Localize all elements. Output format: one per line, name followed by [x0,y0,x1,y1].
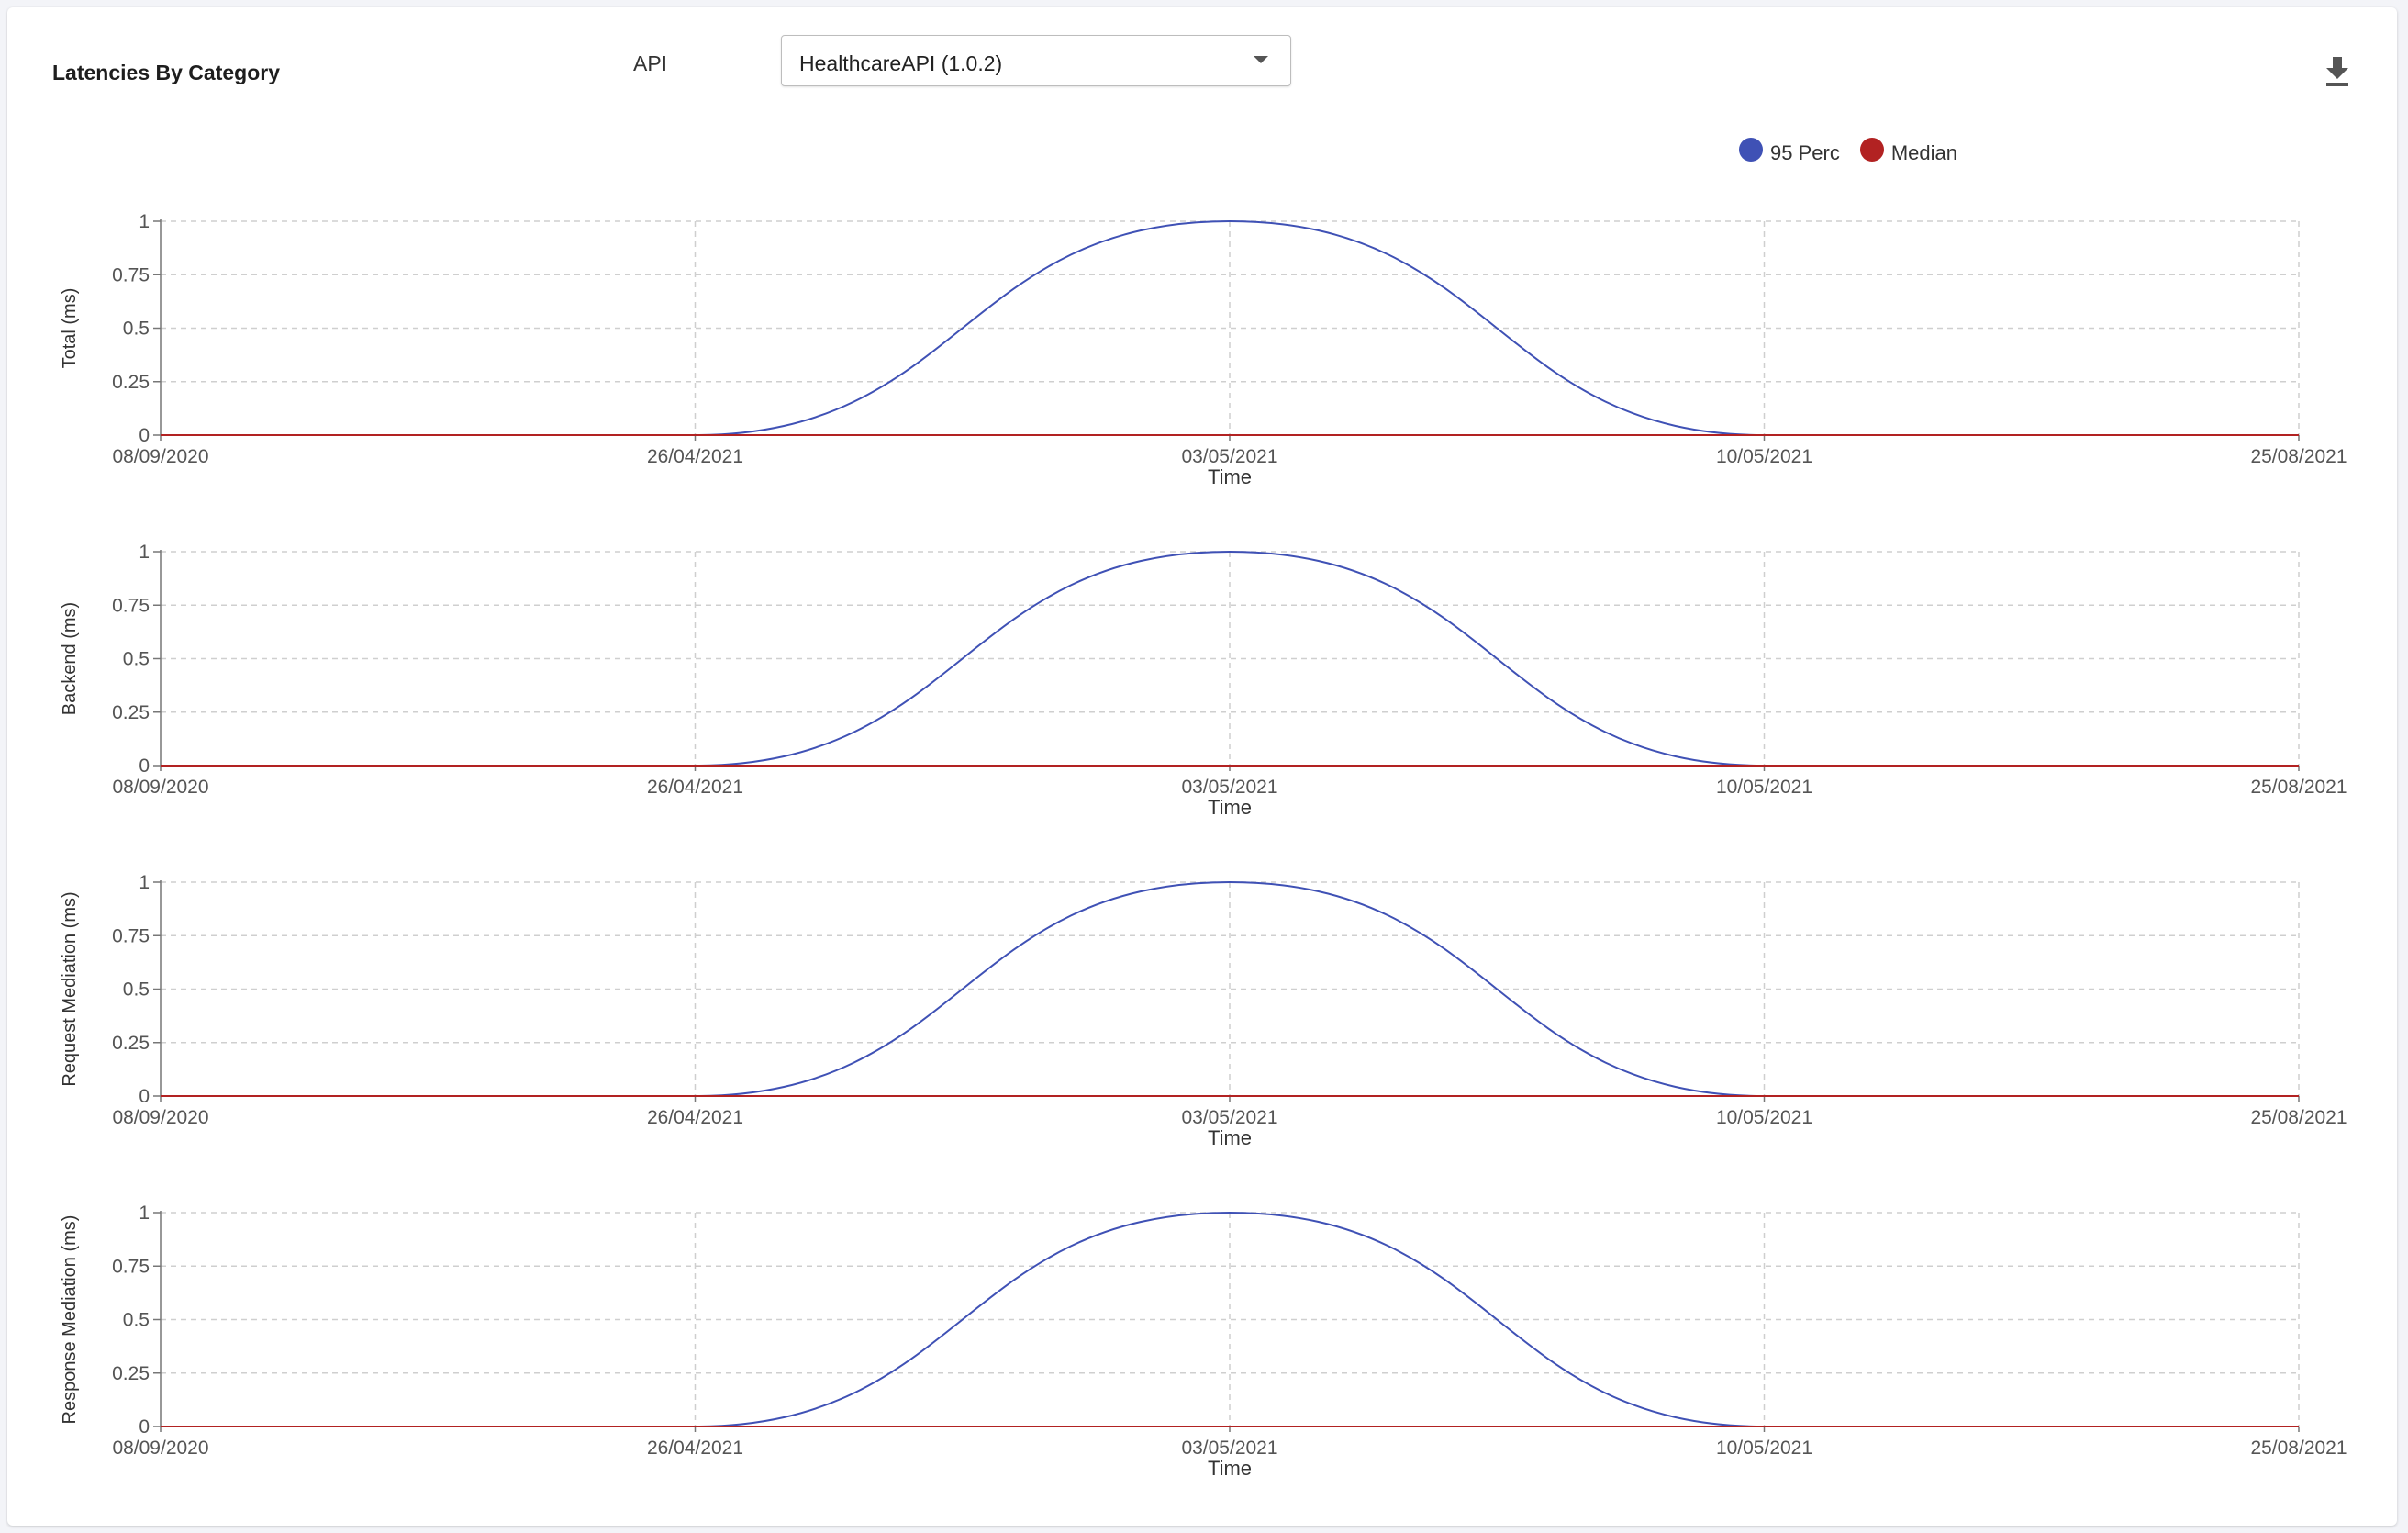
y-axis-label: Backend (ms) [60,602,80,715]
chart-panel-3: 0 0.25 0.5 0.75 1 08/09/2020 26/04/2021 03/05/2… [60,872,2347,1149]
x-axis-label: Time [1208,796,1252,819]
y-tick-label: 0.25 [112,1033,150,1054]
y-tick-label: 0 [139,1416,150,1438]
y-axis-label: Request Mediation (ms) [60,891,80,1086]
x-tick-label: 25/08/2021 [2250,446,2347,467]
y-tick-label: 0.25 [112,372,150,393]
x-tick-label: 03/05/2021 [1181,446,1277,467]
x-tick-label: 08/09/2020 [112,1438,208,1459]
y-tick-label: 1 [139,211,150,232]
y-axis-label: Total (ms) [60,288,80,369]
x-tick-label: 25/08/2021 [2250,777,2347,798]
x-tick-label: 08/09/2020 [112,446,208,467]
y-tick-label: 1 [139,542,150,563]
x-tick-label: 26/04/2021 [647,777,743,798]
y-tick-label: 0 [139,1086,150,1107]
y-axis-label: Response Mediation (ms) [60,1215,80,1425]
x-tick-label: 08/09/2020 [112,777,208,798]
y-tick-label: 0.75 [112,595,150,616]
x-tick-label: 03/05/2021 [1181,777,1277,798]
y-tick-label: 0 [139,425,150,446]
x-axis-label: Time [1208,1457,1252,1480]
x-axis-label: Time [1208,1126,1252,1149]
y-tick-label: 0.5 [123,979,150,1001]
x-tick-label: 03/05/2021 [1181,1107,1277,1128]
y-tick-label: 0.25 [112,702,150,723]
y-tick-label: 1 [139,872,150,893]
x-tick-label: 10/05/2021 [1716,1107,1812,1128]
y-tick-label: 0.25 [112,1363,150,1384]
y-tick-label: 0.5 [123,1310,150,1331]
y-tick-label: 0.75 [112,264,150,285]
y-tick-label: 0.5 [123,649,150,670]
x-tick-label: 26/04/2021 [647,446,743,467]
y-tick-label: 0.75 [112,925,150,946]
x-axis-label: Time [1208,465,1252,488]
x-tick-label: 10/05/2021 [1716,777,1812,798]
x-tick-label: 10/05/2021 [1716,446,1812,467]
y-tick-label: 0.75 [112,1256,150,1277]
x-tick-label: 26/04/2021 [647,1438,743,1459]
latency-charts: 0 0.25 0.5 0.75 1 08/09/2020 26/04/2021 03/05/2… [60,211,2347,1480]
chart-panel-2: 0 0.25 0.5 0.75 1 08/09/2020 26/04/2021 03/05/2… [60,542,2347,819]
chart-panel-1: 0 0.25 0.5 0.75 1 08/09/2020 26/04/2021 03/05/2… [60,211,2347,488]
chart-panel-4: 0 0.25 0.5 0.75 1 08/09/2020 26/04/2021 03/05/2… [60,1203,2347,1480]
y-tick-label: 0 [139,755,150,777]
x-tick-label: 26/04/2021 [647,1107,743,1128]
x-tick-label: 25/08/2021 [2250,1107,2347,1128]
y-tick-label: 1 [139,1203,150,1224]
x-tick-label: 08/09/2020 [112,1107,208,1128]
x-tick-label: 25/08/2021 [2250,1438,2347,1459]
x-tick-label: 03/05/2021 [1181,1438,1277,1459]
x-tick-label: 10/05/2021 [1716,1438,1812,1459]
y-tick-label: 0.5 [123,319,150,340]
